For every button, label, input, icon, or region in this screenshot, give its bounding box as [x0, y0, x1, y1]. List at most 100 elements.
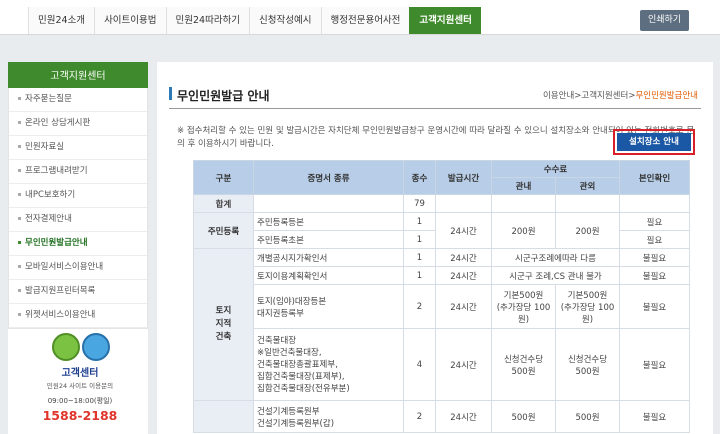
- doc-name: 건축물대장 ※일반건축물대장, 건축물대장총괄표제부, 집합건축물대장(표제부)…: [253, 328, 404, 401]
- breadcrumb-item[interactable]: 이용안내: [543, 91, 574, 101]
- main-content: 무인민원발급 안내 이용안내>고객지원센터>무인민원발급안내 ※ 접수처리할 수…: [157, 62, 713, 434]
- sidebar-item-label: 프로그램내려받기: [25, 166, 88, 176]
- print-button[interactable]: 인쇄하기: [640, 10, 689, 31]
- fee-out: 신청건수당 500원: [555, 328, 620, 401]
- id-check: 불필요: [619, 400, 690, 433]
- sidebar-item-label: 내PC보호하기: [25, 190, 76, 200]
- sidebar-item-mobile[interactable]: 모바일서비스이용안내: [9, 256, 147, 280]
- fee-out: 200원: [555, 212, 620, 249]
- group-label: [193, 400, 254, 433]
- call-center-subtitle: 민원24 사이트 이용문의: [46, 382, 114, 390]
- bullet-icon: [18, 241, 21, 244]
- col-header-fee-in: 관내: [491, 177, 556, 195]
- nav-item-usage[interactable]: 사이트이용법: [94, 7, 166, 34]
- sidebar-item-pc-protect[interactable]: 내PC보호하기: [9, 184, 147, 208]
- table-row: 건설기계등록원부 건설기계등록원부(갑) 2 24시간 500원 500원 불필…: [193, 400, 690, 433]
- issue-hours: 24시간: [435, 266, 492, 285]
- sidebar-item-kiosk[interactable]: 무인민원발급안내: [9, 232, 147, 256]
- nav-item-intro[interactable]: 민원24소개: [28, 7, 95, 34]
- table-cell: [435, 194, 492, 213]
- nav-item-support[interactable]: 고객지원센터: [409, 7, 481, 34]
- col-header-count: 종수: [403, 160, 436, 195]
- doc-count: 2: [403, 400, 436, 433]
- sidebar-title: 고객지원센터: [8, 62, 148, 88]
- id-check: 불필요: [619, 284, 690, 329]
- table-row: 토지 지적 건축 개별공시지가확인서 1 24시간 시군구조례에따라 다름 불필…: [193, 248, 690, 401]
- sidebar-item-downloads[interactable]: 프로그램내려받기: [9, 160, 147, 184]
- issue-hours: 24시간: [435, 400, 492, 433]
- table-cell: [253, 194, 404, 213]
- sidebar-item-label: 자주묻는질문: [25, 94, 72, 104]
- breadcrumb-item[interactable]: 고객지원센터: [581, 91, 628, 101]
- sidebar-menu: 자주묻는질문 온라인 상담게시판 민원자료실 프로그램내려받기 내PC보호하기 …: [8, 88, 148, 329]
- col-header-id-check: 본인확인: [619, 160, 690, 195]
- fee-in: 200원: [491, 212, 556, 249]
- sidebar-item-label: 전자결제안내: [25, 214, 72, 224]
- id-check: 필요: [619, 230, 690, 249]
- fee-in: 500원: [491, 400, 556, 433]
- fee-in: 시군구 조례,CS 관내 불가: [491, 266, 620, 285]
- title-marker-icon: [169, 87, 172, 100]
- title-divider: [169, 108, 701, 109]
- col-header-fee: 수수료: [491, 160, 620, 178]
- col-header-hours: 발급시간: [435, 160, 492, 195]
- top-bar: 민원24소개 사이트이용법 민원24따라하기 신청작성예시 행정전문용어사전 고…: [0, 0, 720, 35]
- issue-hours: 24시간: [435, 328, 492, 401]
- sidebar-item-e-payment[interactable]: 전자결제안내: [9, 208, 147, 232]
- call-center-banner[interactable]: 고객센터 민원24 사이트 이용문의 09:00~18:00(평일) 1588-…: [30, 330, 130, 430]
- issue-hours: 24시간: [435, 212, 492, 249]
- issue-hours: 24시간: [435, 284, 492, 329]
- nav-item-glossary[interactable]: 행정전문용어사전: [320, 7, 410, 34]
- fee-in: 시군구조례에따라 다름: [491, 248, 620, 267]
- sidebar-item-label: 발급지원프린터목록: [25, 286, 96, 296]
- bullet-icon: [18, 121, 21, 124]
- fee-out: 500원: [555, 400, 620, 433]
- sidebar-item-widget[interactable]: 위젯서비스이용안내: [9, 304, 147, 328]
- bullet-icon: [18, 313, 21, 316]
- group-label: 토지 지적 건축: [193, 248, 254, 401]
- doc-count: 1: [403, 230, 436, 249]
- doc-name: 건설기계등록원부 건설기계등록원부(갑): [253, 400, 404, 433]
- bullet-icon: [18, 193, 21, 196]
- bullet-icon: [18, 145, 21, 148]
- sidebar-item-faq[interactable]: 자주묻는질문: [9, 88, 147, 112]
- group-label-text: 토지 지적 건축: [215, 306, 232, 342]
- doc-name: 주민등록등본: [253, 212, 404, 231]
- group-label: 주민등록: [193, 212, 254, 249]
- table-cell: [555, 194, 620, 213]
- sidebar-item-label: 무인민원발급안내: [25, 238, 88, 248]
- id-check: 불필요: [619, 328, 690, 401]
- doc-name: 개별공시지가확인서: [253, 248, 404, 267]
- bullet-icon: [18, 289, 21, 292]
- fee-in: 신청건수당 500원: [491, 328, 556, 401]
- sidebar-item-label: 온라인 상담게시판: [25, 118, 91, 128]
- mascot-icon: [48, 330, 112, 361]
- table-row: 주민등록 주민등록등본 1 24시간 200원 200원 필요: [193, 212, 690, 249]
- doc-name: 토지(임야)대장등본 대지권등록부: [253, 284, 404, 329]
- table-row: 건축물대장 ※일반건축물대장, 건축물대장총괄표제부, 집합건축물대장(표제부)…: [194, 328, 690, 401]
- col-header-category: 구분: [193, 160, 254, 195]
- bullet-icon: [18, 265, 21, 268]
- sidebar-item-label: 민원자료실: [25, 142, 65, 152]
- breadcrumb: 이용안내>고객지원센터>무인민원발급안내: [542, 91, 698, 101]
- doc-name: 토지이용계획확인서: [253, 266, 404, 285]
- total-label: 합계: [193, 194, 254, 213]
- bullet-icon: [18, 217, 21, 220]
- doc-count: 2: [403, 284, 436, 329]
- issue-hours: 24시간: [435, 248, 492, 267]
- doc-name: 주민등록초본: [253, 230, 404, 249]
- install-location-button[interactable]: 설치장소 안내: [613, 129, 695, 155]
- sidebar-item-resources[interactable]: 민원자료실: [9, 136, 147, 160]
- sidebar-item-printers[interactable]: 발급지원프린터목록: [9, 280, 147, 304]
- doc-count: 1: [403, 266, 436, 285]
- doc-count: 1: [403, 248, 436, 267]
- nav-item-tutorial[interactable]: 민원24따라하기: [165, 7, 250, 34]
- table-row: 토지이용계획확인서 1 24시간 시군구 조례,CS 관내 불가 불필요: [194, 266, 690, 285]
- page-title: 무인민원발급 안내: [177, 89, 270, 103]
- sidebar-item-online-board[interactable]: 온라인 상담게시판: [9, 112, 147, 136]
- call-center-title: 고객센터: [61, 368, 99, 379]
- total-count: 79: [403, 194, 436, 213]
- fee-out: 기본500원 (추가장당 100원): [555, 284, 620, 329]
- nav-item-examples[interactable]: 신청작성예시: [249, 7, 321, 34]
- bullet-icon: [18, 169, 21, 172]
